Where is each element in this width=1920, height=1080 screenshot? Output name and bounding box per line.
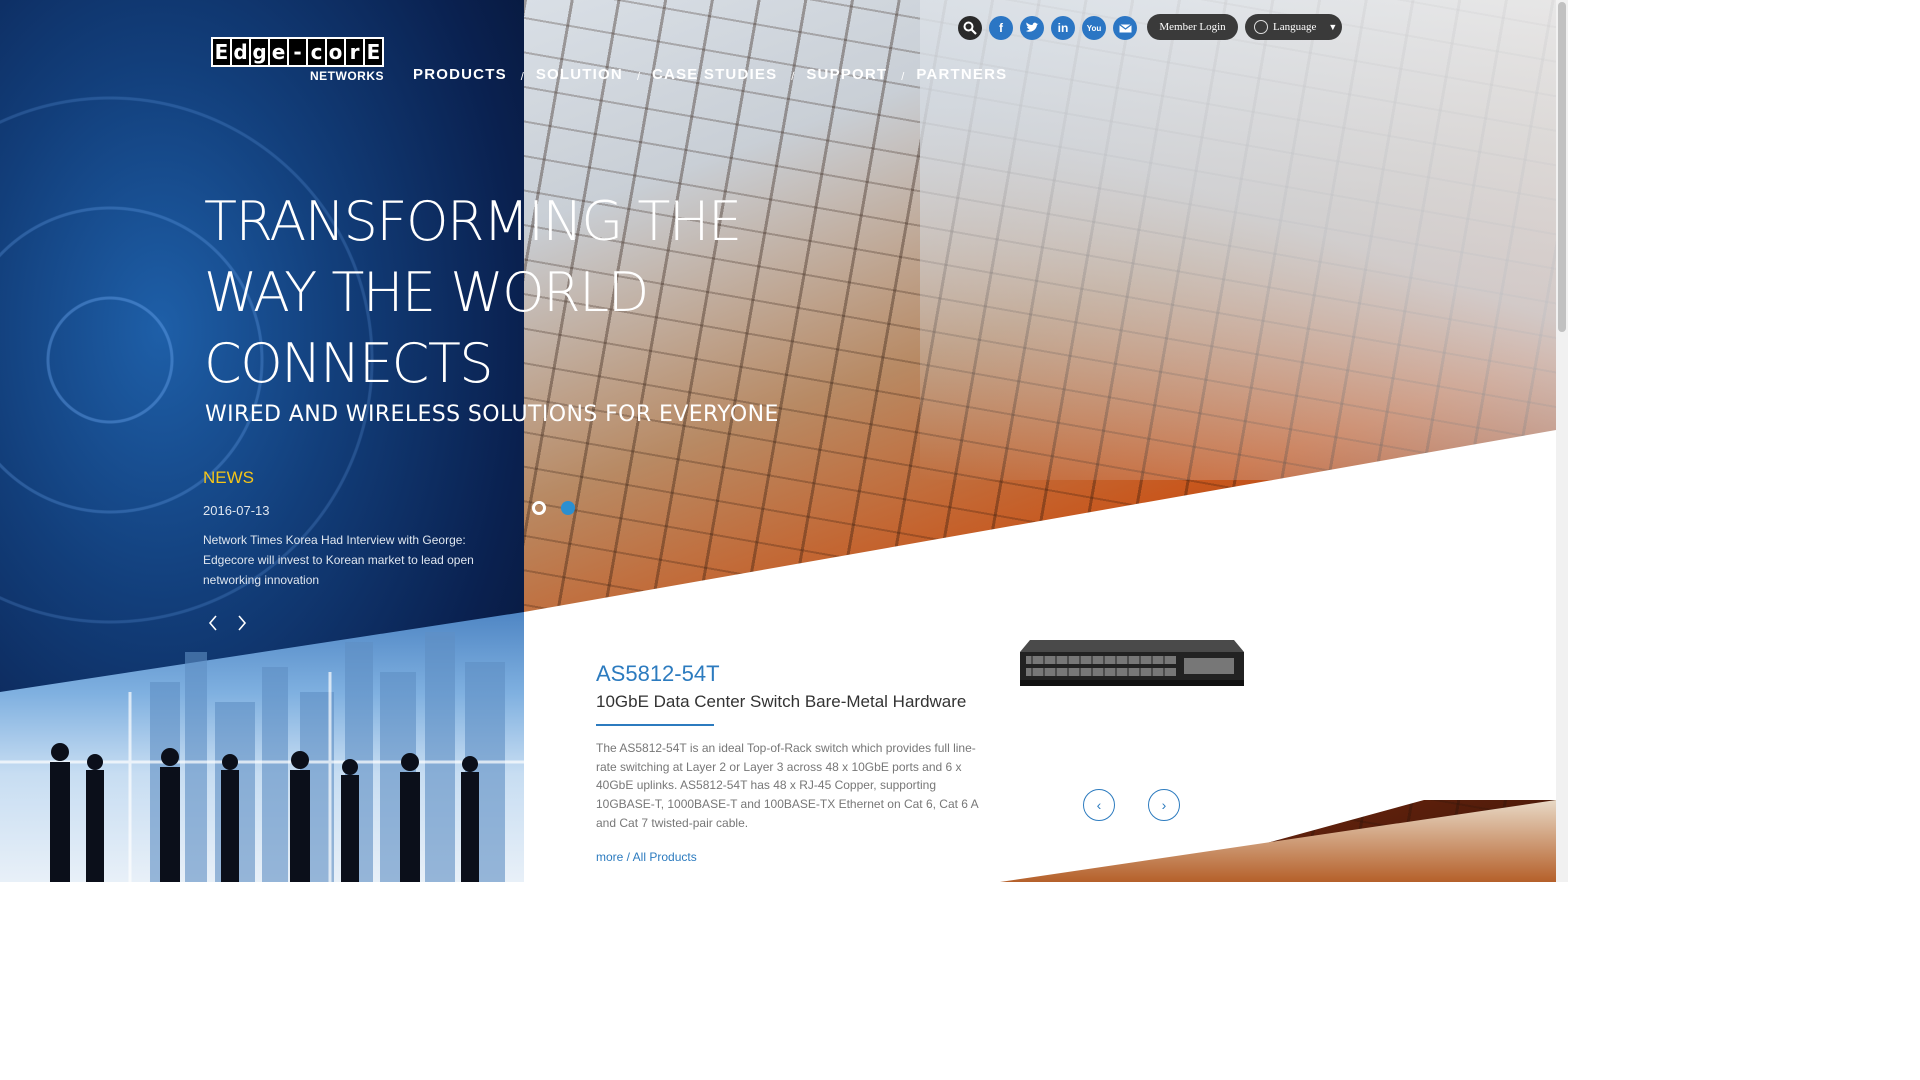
divider (596, 724, 714, 726)
nav-item-solution[interactable]: SOLUTION (536, 66, 623, 83)
hero-subtitle: WIRED AND WIRELESS SOLUTIONS FOR EVERYON… (205, 402, 779, 427)
logo-letter: r (346, 39, 363, 65)
product-description: The AS5812-54T is an ideal Top-of-Rack s… (596, 741, 978, 830)
product-prev-button[interactable]: ‹ (1083, 789, 1115, 821)
nav-separator: / (520, 70, 524, 83)
linkedin-icon[interactable]: in (1051, 16, 1075, 40)
slider-dot-2[interactable] (561, 501, 575, 515)
product-name[interactable]: AS5812-54T (596, 661, 720, 687)
chevron-right-icon: › (1161, 797, 1167, 813)
member-login-button[interactable]: Member Login (1147, 14, 1238, 40)
logo-letter: E (213, 39, 230, 65)
news-headline-link[interactable]: Network Times Korea Had Interview with G… (203, 530, 493, 590)
news-heading: NEWS (203, 468, 254, 487)
nav-item-case-studies[interactable]: CASE STUDIES (652, 66, 777, 83)
news-prev-arrow-icon[interactable] (207, 614, 219, 637)
page-scrollbar[interactable] (1556, 0, 1568, 882)
logo-letter: c (308, 39, 325, 65)
language-label: Language (1273, 21, 1317, 33)
nav-item-support[interactable]: SUPPORT (806, 66, 887, 83)
social-links: f in You (958, 16, 1137, 40)
hero-title-line: CONNECTS (204, 332, 494, 395)
mail-icon[interactable] (1113, 16, 1137, 40)
business-people-silhouettes (50, 743, 479, 882)
twitter-icon[interactable] (1020, 16, 1044, 40)
logo-wordmark: Edge-corE (211, 37, 384, 67)
logo-letter: g (251, 39, 268, 65)
nav-separator: / (636, 70, 641, 83)
news-date: 2016-07-13 (203, 503, 270, 518)
product-next-button[interactable]: › (1148, 789, 1180, 821)
main-nav: PRODUCTS / SOLUTION / CASE STUDIES / SUPPORT / P… (413, 66, 1007, 83)
globe-icon (1254, 20, 1268, 34)
edgecore-logo[interactable]: Edge-corE NETWORKS (211, 37, 387, 83)
news-next-arrow-icon[interactable] (236, 614, 248, 637)
logo-letter: d (232, 39, 249, 65)
hero-title-line: TRANSFORMING THE (204, 190, 742, 253)
nav-separator: / (901, 70, 905, 83)
logo-letter: e (270, 39, 287, 65)
hero-title-line: WAY THE WORLD (204, 261, 649, 324)
youtube-icon[interactable]: You (1082, 16, 1106, 40)
language-select[interactable]: Language ▼ (1245, 14, 1342, 40)
chevron-down-icon: ▼ (1328, 22, 1338, 32)
nav-item-products[interactable]: PRODUCTS (413, 66, 507, 83)
search-icon[interactable] (958, 16, 982, 40)
product-subtitle: 10GbE Data Center Switch Bare-Metal Hard… (596, 692, 967, 711)
logo-letter: o (327, 39, 344, 65)
chevron-left-icon: ‹ (1096, 797, 1102, 813)
scrollbar-thumb[interactable] (1558, 2, 1566, 332)
nav-separator: / (791, 70, 795, 83)
page: Edge-corE NETWORKS PRODUCTS / SOLUTION / CAS… (0, 0, 1556, 882)
hero-title: TRANSFORMING THE WAY THE WORLD CONNECTS (204, 186, 804, 399)
nav-item-partners[interactable]: PARTNERS (916, 66, 1007, 83)
logo-letter: E (365, 39, 382, 65)
logo-subtitle: NETWORKS (310, 69, 384, 83)
hero-sky (920, 0, 1556, 480)
more-products-link[interactable]: more / All Products (596, 850, 697, 864)
network-switch-image (1020, 640, 1244, 686)
slider-dot-1[interactable] (532, 501, 546, 515)
logo-letter: - (289, 39, 306, 65)
facebook-icon[interactable]: f (989, 16, 1013, 40)
